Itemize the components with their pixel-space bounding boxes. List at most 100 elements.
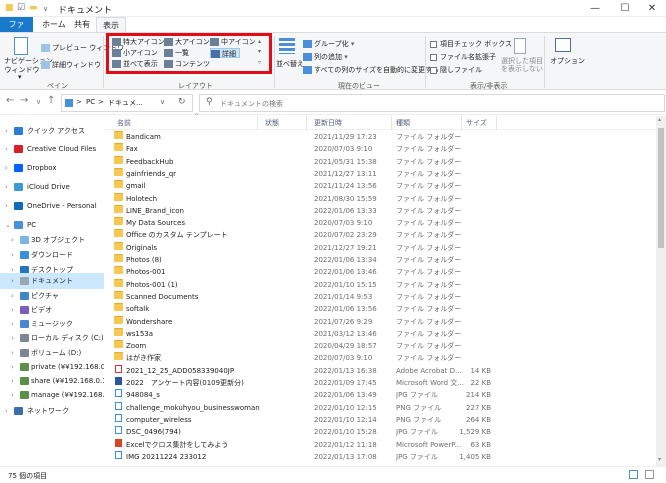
- tab-home[interactable]: ホーム: [36, 17, 72, 32]
- hide-selected-button[interactable]: 選択した項目を表示しない: [500, 57, 544, 73]
- table-row[interactable]: softalk 2022/01/06 13:56 ファイル フォルダー: [104, 303, 656, 315]
- chevron-right-icon[interactable]: ›: [5, 179, 8, 195]
- tab-view[interactable]: 表示: [96, 17, 126, 32]
- layout-expand-icon[interactable]: ▿: [258, 59, 261, 66]
- chevron-right-icon[interactable]: ›: [5, 160, 8, 176]
- column-divider[interactable]: [461, 116, 462, 130]
- refresh-icon[interactable]: ↻: [178, 97, 186, 107]
- table-row[interactable]: Fax 2020/07/03 9:10 ファイル フォルダー: [104, 143, 656, 155]
- table-row[interactable]: 2022 アンケート内容(0109更新分) 2022/01/09 17:45 Mic…: [104, 377, 656, 389]
- forward-icon[interactable]: →: [20, 95, 28, 106]
- table-row[interactable]: Photos-001 (1) 2022/01/10 15:15 ファイル フォルダー: [104, 278, 656, 291]
- table-row[interactable]: FeedbackHub 2021/05/31 15:38 ファイル フォルダー: [104, 155, 656, 168]
- layout-scroll-down-icon[interactable]: ▾: [258, 48, 261, 55]
- quick-access-folder-icon[interactable]: ▬: [29, 3, 38, 13]
- table-row[interactable]: My Data Sources 2020/07/03 9:10 ファイル フォルダー: [104, 217, 656, 229]
- breadcrumb-documents[interactable]: ドキュメ...: [108, 98, 143, 108]
- column-header-date[interactable]: 更新日時: [314, 118, 342, 128]
- table-row[interactable]: computer_wireless 2022/01/10 12:14 PNG ファイ…: [104, 413, 656, 426]
- chevron-right-icon[interactable]: ›: [5, 141, 8, 157]
- breadcrumb-pc[interactable]: PC: [86, 98, 95, 106]
- column-divider[interactable]: [257, 116, 258, 130]
- layout-content[interactable]: コンテンツ: [164, 59, 213, 69]
- vertical-scrollbar[interactable]: ▴ ▾: [656, 116, 666, 466]
- up-icon[interactable]: ↑: [47, 95, 55, 106]
- column-divider[interactable]: [306, 116, 307, 130]
- sidebar-item-icloud[interactable]: › iCloud Drive: [0, 179, 104, 195]
- layout-medium-icons[interactable]: 中アイコン: [210, 37, 259, 47]
- table-row[interactable]: はがき作家 2020/07/03 9:10 ファイル フォルダー: [104, 352, 656, 364]
- sort-by-button[interactable]: 並べ替え: [276, 59, 304, 69]
- add-column-button[interactable]: 列の追加 ▾: [303, 52, 348, 62]
- layout-list[interactable]: 一覧: [164, 48, 192, 58]
- recent-locations-icon[interactable]: ∨: [36, 98, 41, 106]
- sidebar-item-onedrive[interactable]: › OneDrive - Personal: [0, 198, 104, 214]
- navigation-pane-dropdown-icon[interactable]: ▾: [18, 73, 22, 81]
- sidebar-item-creative-cloud[interactable]: › Creative Cloud Files: [0, 141, 104, 157]
- column-header-type[interactable]: 種類: [396, 118, 410, 128]
- chevron-right-icon[interactable]: ›: [11, 330, 14, 346]
- address-dropdown-icon[interactable]: ∨: [160, 98, 165, 106]
- sidebar-item-local-disk-c[interactable]: › ローカル ディスク (C:): [0, 330, 104, 346]
- chevron-right-icon[interactable]: ›: [11, 387, 14, 403]
- table-row[interactable]: IMG 20211224 233012 2022/01/13 17:08 JPG フ…: [104, 450, 656, 463]
- file-extensions-toggle[interactable]: ファイル名拡張子: [430, 52, 496, 62]
- table-row[interactable]: Originals 2021/12/27 19:21 ファイル フォルダー: [104, 241, 656, 254]
- table-row[interactable]: Bandicam 2021/11/29 17:23 ファイル フォルダー: [104, 131, 656, 143]
- table-row[interactable]: Excelでクロス集計をしてみよう 2022/01/12 11:18 Microso…: [104, 438, 656, 451]
- options-button[interactable]: オプション: [550, 56, 585, 66]
- sidebar-item-network[interactable]: › ネットワーク: [0, 403, 104, 419]
- table-row[interactable]: gmail 2021/11/24 13:56 ファイル フォルダー: [104, 180, 656, 192]
- sidebar-item-pc[interactable]: ⌄ PC: [0, 217, 104, 233]
- table-row[interactable]: 948084_s 2022/01/06 13:49 JPG ファイル 214 KB: [104, 389, 656, 401]
- table-row[interactable]: Photos (8) 2022/01/06 13:34 ファイル フォルダー: [104, 254, 656, 266]
- search-input[interactable]: ドキュメントの検索: [220, 99, 283, 109]
- layout-extra-large-icons[interactable]: 特大アイコン: [112, 37, 168, 47]
- table-row[interactable]: 2021_12_25_ADD058339040JP 2022/01/13 16:3…: [104, 364, 656, 377]
- table-row[interactable]: challenge_mokuhyou_businesswoman 2022/01/…: [104, 401, 656, 414]
- chevron-right-icon[interactable]: ›: [5, 403, 8, 419]
- quick-access-dropdown-icon[interactable]: ∨: [43, 5, 48, 13]
- hidden-items-toggle[interactable]: 隠しファイル: [430, 65, 482, 75]
- column-header-name[interactable]: 名前: [117, 118, 131, 128]
- scrollbar-thumb[interactable]: [658, 128, 664, 248]
- scroll-down-icon[interactable]: ▾: [658, 456, 661, 463]
- layout-details[interactable]: 詳細: [210, 48, 240, 58]
- scroll-up-icon[interactable]: ▴: [658, 116, 661, 123]
- column-header-size[interactable]: サイズ: [466, 118, 487, 128]
- layout-large-icons[interactable]: 大アイコン: [164, 37, 213, 47]
- details-pane-button[interactable]: 詳細ウィンドウ: [41, 60, 101, 70]
- sidebar-item-manage[interactable]: › manage (¥¥192.168.0.100): [0, 387, 104, 403]
- sidebar-item-documents[interactable]: › ドキュメント: [0, 273, 104, 289]
- table-row[interactable]: Wondershare 2021/07/26 9:29 ファイル フォルダー: [104, 315, 656, 328]
- quick-access-check-icon[interactable]: ☑: [17, 3, 25, 13]
- details-view-icon[interactable]: [629, 470, 638, 479]
- table-row[interactable]: LINE_Brand_icon 2022/01/06 13:33 ファイル フォルダ…: [104, 204, 656, 217]
- table-row[interactable]: Zoom 2020/04/29 18:57 ファイル フォルダー: [104, 340, 656, 352]
- chevron-down-icon[interactable]: ⌄: [5, 217, 11, 233]
- layout-tiles[interactable]: 並べて表示: [112, 59, 161, 69]
- tab-file[interactable]: ファイル: [0, 17, 33, 44]
- maximize-button[interactable]: ☐: [611, 0, 639, 17]
- item-checkboxes-toggle[interactable]: 項目チェック ボックス: [430, 39, 512, 49]
- table-row[interactable]: ws153a 2021/03/12 13:46 ファイル フォルダー: [104, 327, 656, 340]
- table-row[interactable]: Photos-001 2022/01/06 13:46 ファイル フォルダー: [104, 266, 656, 278]
- column-divider[interactable]: [391, 116, 392, 130]
- sidebar-item-downloads[interactable]: › ダウンロード: [0, 247, 104, 263]
- table-row[interactable]: gainfriends_qr 2021/12/27 13:11 ファイル フォルダー: [104, 167, 656, 180]
- chevron-right-icon[interactable]: ›: [11, 273, 14, 289]
- layout-scroll-up-icon[interactable]: ▴: [258, 38, 261, 45]
- sidebar-item-quick-access[interactable]: › クイック アクセス: [0, 123, 104, 139]
- fit-columns-button[interactable]: すべての列のサイズを自動的に変更する: [303, 65, 439, 75]
- chevron-right-icon[interactable]: ›: [5, 198, 8, 214]
- tab-share[interactable]: 共有: [68, 17, 96, 32]
- table-row[interactable]: Office のカスタム テンプレート 2020/07/02 23:29 ファイル …: [104, 229, 656, 241]
- table-row[interactable]: Scanned Documents 2021/01/14 9:53 ファイル フォル…: [104, 290, 656, 303]
- table-row[interactable]: Holotech 2021/08/30 15:59 ファイル フォルダー: [104, 192, 656, 205]
- close-button[interactable]: ✕: [638, 0, 666, 17]
- navigation-pane-button[interactable]: ナビゲーション ウィンドウ: [4, 57, 53, 75]
- table-row[interactable]: DSC_0496(794) 2022/01/10 15:28 JPG ファイル 1,5…: [104, 426, 656, 438]
- back-icon[interactable]: ←: [6, 95, 14, 106]
- group-by-button[interactable]: グループ化 ▾: [303, 39, 354, 49]
- address-bar[interactable]: > PC > ドキュメ... ∨ ↻: [61, 94, 193, 112]
